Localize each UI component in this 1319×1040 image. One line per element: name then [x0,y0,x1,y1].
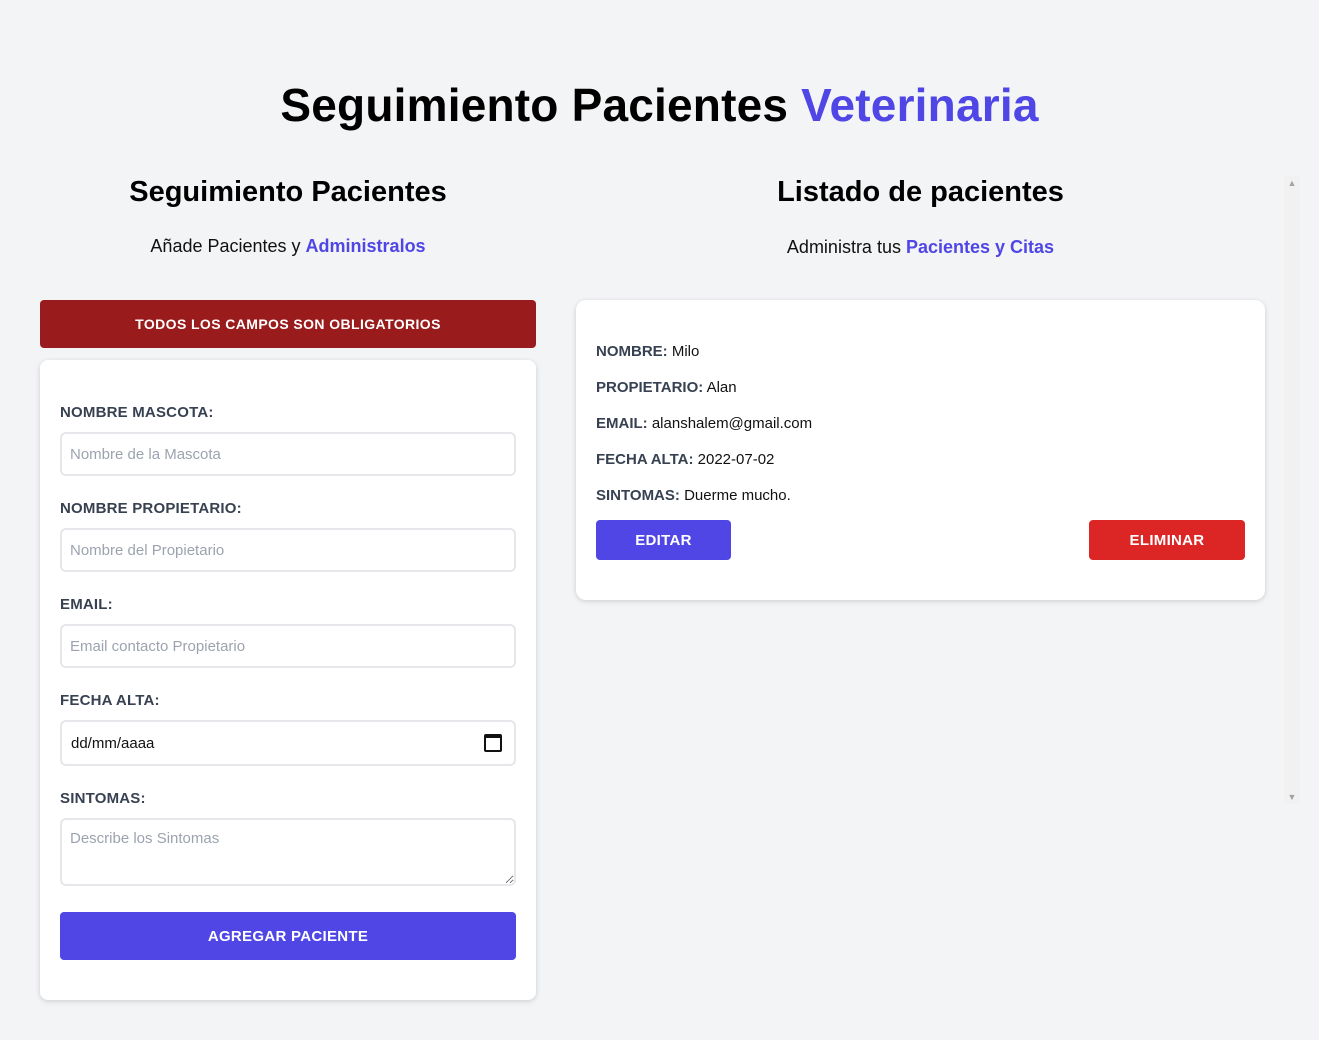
owner-name-label: NOMBRE PROPIETARIO: [60,500,242,517]
email-input[interactable] [60,624,516,668]
list-subtitle-text: Administra tus [786,237,901,257]
patient-form: NOMBRE MASCOTA: NOMBRE PROPIETARIO: EMAI… [40,360,536,1000]
list-subtitle: Administra tus Pacientes y Citas [576,237,1265,258]
page-title: Seguimiento Pacientes Veterinaria [0,78,1319,132]
patient-card: NOMBRE: Milo PROPIETARIO: Alan EMAIL: al… [576,300,1265,600]
page-title-accent: Veterinaria [801,79,1039,131]
add-patient-button[interactable]: AGREGAR PACIENTE [60,912,516,960]
delete-button[interactable]: ELIMINAR [1089,520,1245,560]
pet-name-label: NOMBRE MASCOTA: [60,404,214,421]
patient-symptoms-key: SINTOMAS: [596,487,680,504]
error-banner: TODOS LOS CAMPOS SON OBLIGATORIOS [40,300,536,348]
pet-name-input[interactable] [60,432,516,476]
patient-symptoms-row: SINTOMAS: Duerme mucho. [596,487,791,504]
patient-name-value: Milo [671,343,700,360]
edit-button[interactable]: EDITAR [596,520,731,560]
list-scrollbar[interactable]: ▲ ▼ [1284,176,1300,804]
form-heading: Seguimiento Pacientes [129,176,447,208]
symptoms-textarea[interactable] [60,818,516,886]
patient-owner-key: PROPIETARIO: [596,379,704,396]
patient-email-key: EMAIL: [596,415,648,432]
calendar-icon[interactable] [484,734,502,752]
form-subtitle: Añade Pacientes y Administralos [40,236,536,257]
patient-date-key: FECHA ALTA: [596,451,694,468]
patient-date-row: FECHA ALTA: 2022-07-02 [596,451,774,468]
list-subtitle-link: Pacientes y Citas [905,237,1055,257]
chevron-down-icon[interactable]: ▼ [1284,790,1300,804]
patient-email-row: EMAIL: alanshalem@gmail.com [596,415,812,432]
owner-name-input[interactable] [60,528,516,572]
symptoms-label: SINTOMAS: [60,790,146,807]
form-subtitle-link: Administralos [305,236,426,256]
list-heading: Listado de pacientes [777,176,1064,208]
email-label: EMAIL: [60,596,113,613]
patient-owner-value: Alan [706,379,737,396]
date-input-value: dd/mm/aaaa [71,734,155,752]
patient-name-row: NOMBRE: Milo [596,343,699,360]
date-input[interactable]: dd/mm/aaaa [60,720,516,766]
date-label: FECHA ALTA: [60,692,160,709]
page-title-main: Seguimiento Pacientes [280,79,789,131]
patient-date-value: 2022-07-02 [697,451,775,468]
patient-email-value: alanshalem@gmail.com [651,415,813,432]
patient-symptoms-value: Duerme mucho. [684,487,791,504]
patient-owner-row: PROPIETARIO: Alan [596,379,737,396]
form-subtitle-text: Añade Pacientes y [150,236,301,256]
chevron-up-icon[interactable]: ▲ [1284,176,1300,190]
patient-name-key: NOMBRE: [596,343,668,360]
